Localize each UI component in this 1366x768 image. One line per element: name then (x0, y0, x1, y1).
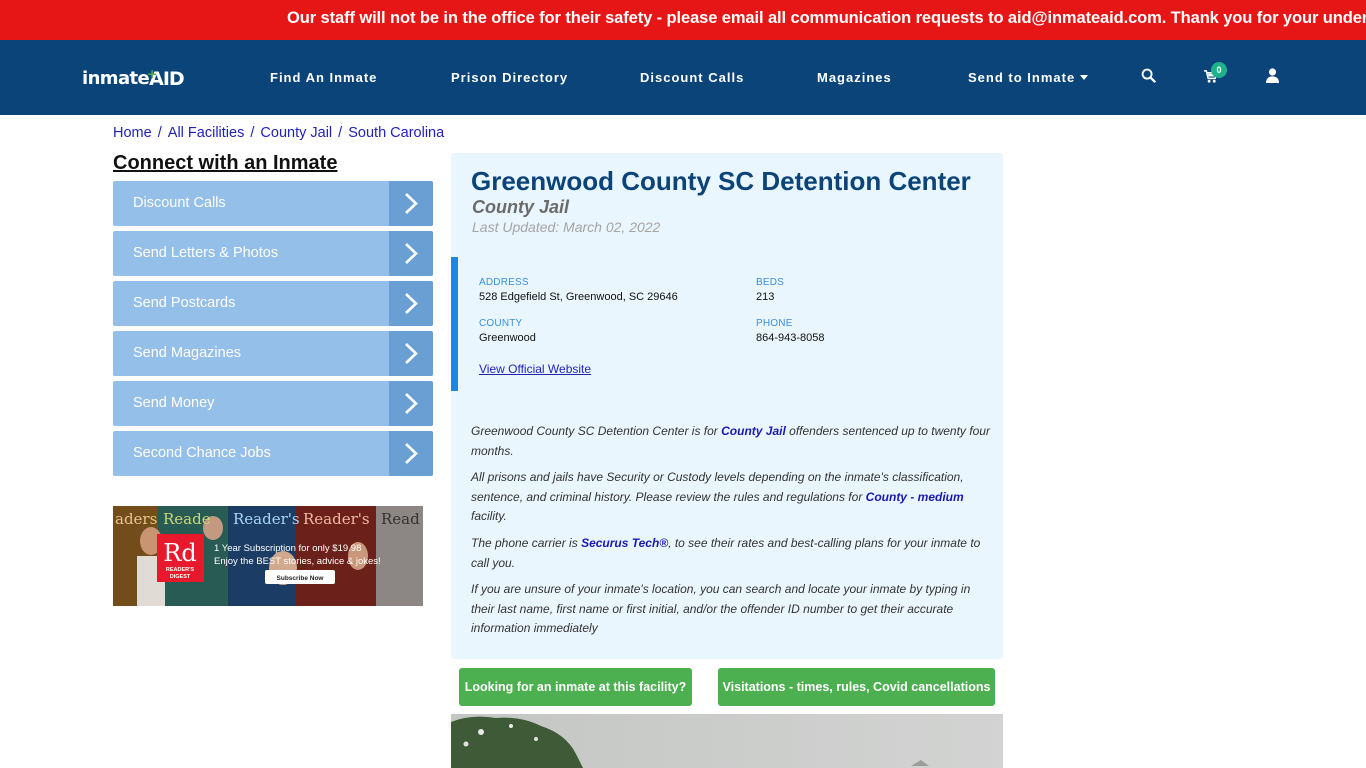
last-updated: Last Updated: March 02, 2022 (472, 219, 661, 235)
county-label: COUNTY (479, 318, 523, 329)
ad-cover-title: Read (381, 510, 420, 528)
logo-text-aid: + AID (147, 67, 185, 90)
ad-cover-title: aders (115, 510, 157, 528)
sidebar-item-label: Send Magazines (133, 345, 242, 361)
visitations-button[interactable]: Visitations - times, rules, Covid cancel… (718, 668, 995, 706)
readers-digest-ad[interactable]: aders Reade Reader's Reader's Read Rd RE… (113, 506, 423, 606)
alert-text: Our staff will not be in the office for … (287, 9, 1366, 27)
breadcrumb-all-facilities[interactable]: All Facilities (168, 125, 245, 141)
nav-find-an-inmate[interactable]: Find An Inmate (270, 70, 377, 85)
address-label: ADDRESS (479, 277, 529, 288)
beds-value: 213 (756, 291, 775, 303)
sidebar-item-discount-calls[interactable]: Discount Calls (113, 181, 433, 226)
sidebar-item-send-magazines[interactable]: Send Magazines (113, 331, 433, 376)
description-paragraph-4: If you are unsure of your inmate's locat… (471, 582, 971, 635)
cart-count-badge: 0 (1211, 62, 1227, 78)
sidebar-item-label: Send Letters & Photos (133, 245, 279, 261)
description-paragraph-3: The phone carrier is Securus Tech®, to s… (471, 534, 991, 573)
sidebar-item-label: Send Money (133, 395, 215, 411)
ad-brand-name: DIGEST (170, 574, 191, 580)
description-paragraph-2: All prisons and jails have Security or C… (471, 468, 991, 527)
view-official-website-link[interactable]: View Official Website (479, 362, 591, 376)
phone-carrier-link[interactable]: Securus Tech® (581, 536, 668, 550)
breadcrumb-south-carolina[interactable]: South Carolina (348, 125, 444, 141)
text-segment: facility. (471, 509, 507, 523)
chevron-right-icon (389, 181, 433, 226)
breadcrumb-county-jail[interactable]: County Jail (260, 125, 332, 141)
address-value: 528 Edgefield St, Greenwood, SC 29646 (479, 291, 678, 303)
sidebar-item-send-postcards[interactable]: Send Postcards (113, 281, 433, 326)
breadcrumb: Home / All Facilities / County Jail / So… (113, 125, 444, 141)
chevron-right-icon (389, 331, 433, 376)
county-value: Greenwood (479, 332, 536, 344)
breadcrumb-separator: / (334, 125, 347, 141)
nav-send-to-inmate[interactable]: Send to Inmate (968, 70, 1089, 85)
ad-cover-title: Reade (163, 510, 211, 528)
connect-with-inmate-heading[interactable]: Connect with an Inmate (113, 152, 337, 175)
sidebar-item-label: Send Postcards (133, 295, 236, 311)
beds-label: BEDS (756, 277, 785, 288)
nav-send-to-inmate-label: Send to Inmate (968, 70, 1076, 85)
caret-down-icon (1080, 75, 1089, 80)
facility-photo-image (451, 714, 1003, 768)
ad-subscribe-button[interactable]: Subscribe Now (277, 575, 325, 582)
search-icon[interactable] (1141, 68, 1159, 86)
chevron-right-icon (389, 381, 433, 426)
ad-cover-title: Reader's (233, 510, 300, 528)
main-navbar: inmate + AID Find An Inmate Prison Direct… (0, 40, 1366, 115)
logo[interactable]: inmate + AID (82, 66, 185, 90)
phone-label: PHONE (756, 318, 793, 329)
text-segment: The phone carrier is (471, 536, 582, 550)
breadcrumb-home[interactable]: Home (113, 125, 152, 141)
facility-type: County Jail (472, 197, 570, 217)
chevron-right-icon (389, 281, 433, 326)
ad-offer-line2: Enjoy the BEST stories, advice & jokes! (214, 556, 381, 567)
phone-value[interactable]: 864-943-8058 (756, 332, 825, 344)
nav-discount-calls[interactable]: Discount Calls (640, 70, 744, 85)
logo-plus-icon: + (147, 67, 157, 81)
county-jail-link[interactable]: County Jail (721, 424, 786, 438)
description-paragraph-1: Greenwood County SC Detention Center is … (471, 422, 991, 461)
ad-artwork: aders Reade Reader's Reader's Read Rd RE… (113, 506, 423, 606)
ad-brand-name: READER'S (166, 567, 195, 573)
sidebar-item-label: Second Chance Jobs (133, 445, 271, 461)
nav-prison-directory[interactable]: Prison Directory (451, 70, 568, 85)
sidebar-item-send-letters-photos[interactable]: Send Letters & Photos (113, 231, 433, 276)
ad-cover-title: Reader's (303, 510, 370, 528)
security-level-link[interactable]: County - medium (866, 490, 964, 504)
chevron-right-icon (389, 431, 433, 476)
facility-info-box: ADDRESS 528 Edgefield St, Greenwood, SC … (451, 257, 1003, 391)
chevron-right-icon (389, 231, 433, 276)
breadcrumb-separator: / (153, 125, 166, 141)
facility-photo (451, 714, 1003, 768)
ad-rd-logo: Rd (163, 539, 196, 567)
logo-text-inmate: inmate (82, 68, 150, 89)
ad-offer-line1: 1 Year Subscription for only $19.98 (214, 543, 361, 554)
text-segment: Greenwood County SC Detention Center is … (471, 424, 722, 438)
facility-name: Greenwood County SC Detention Center (471, 166, 971, 196)
connect-menu: Discount Calls Send Letters & Photos Sen… (113, 181, 433, 481)
breadcrumb-separator: / (246, 125, 259, 141)
sidebar-item-second-chance-jobs[interactable]: Second Chance Jobs (113, 431, 433, 476)
nav-magazines[interactable]: Magazines (817, 70, 892, 85)
sidebar-item-send-money[interactable]: Send Money (113, 381, 433, 426)
find-inmate-at-facility-button[interactable]: Looking for an inmate at this facility? (459, 668, 692, 706)
alert-banner: Our staff will not be in the office for … (0, 0, 1366, 40)
user-icon[interactable] (1266, 68, 1284, 86)
facility-card: Greenwood County SC Detention Center Cou… (451, 153, 1003, 659)
sidebar-item-label: Discount Calls (133, 195, 226, 211)
